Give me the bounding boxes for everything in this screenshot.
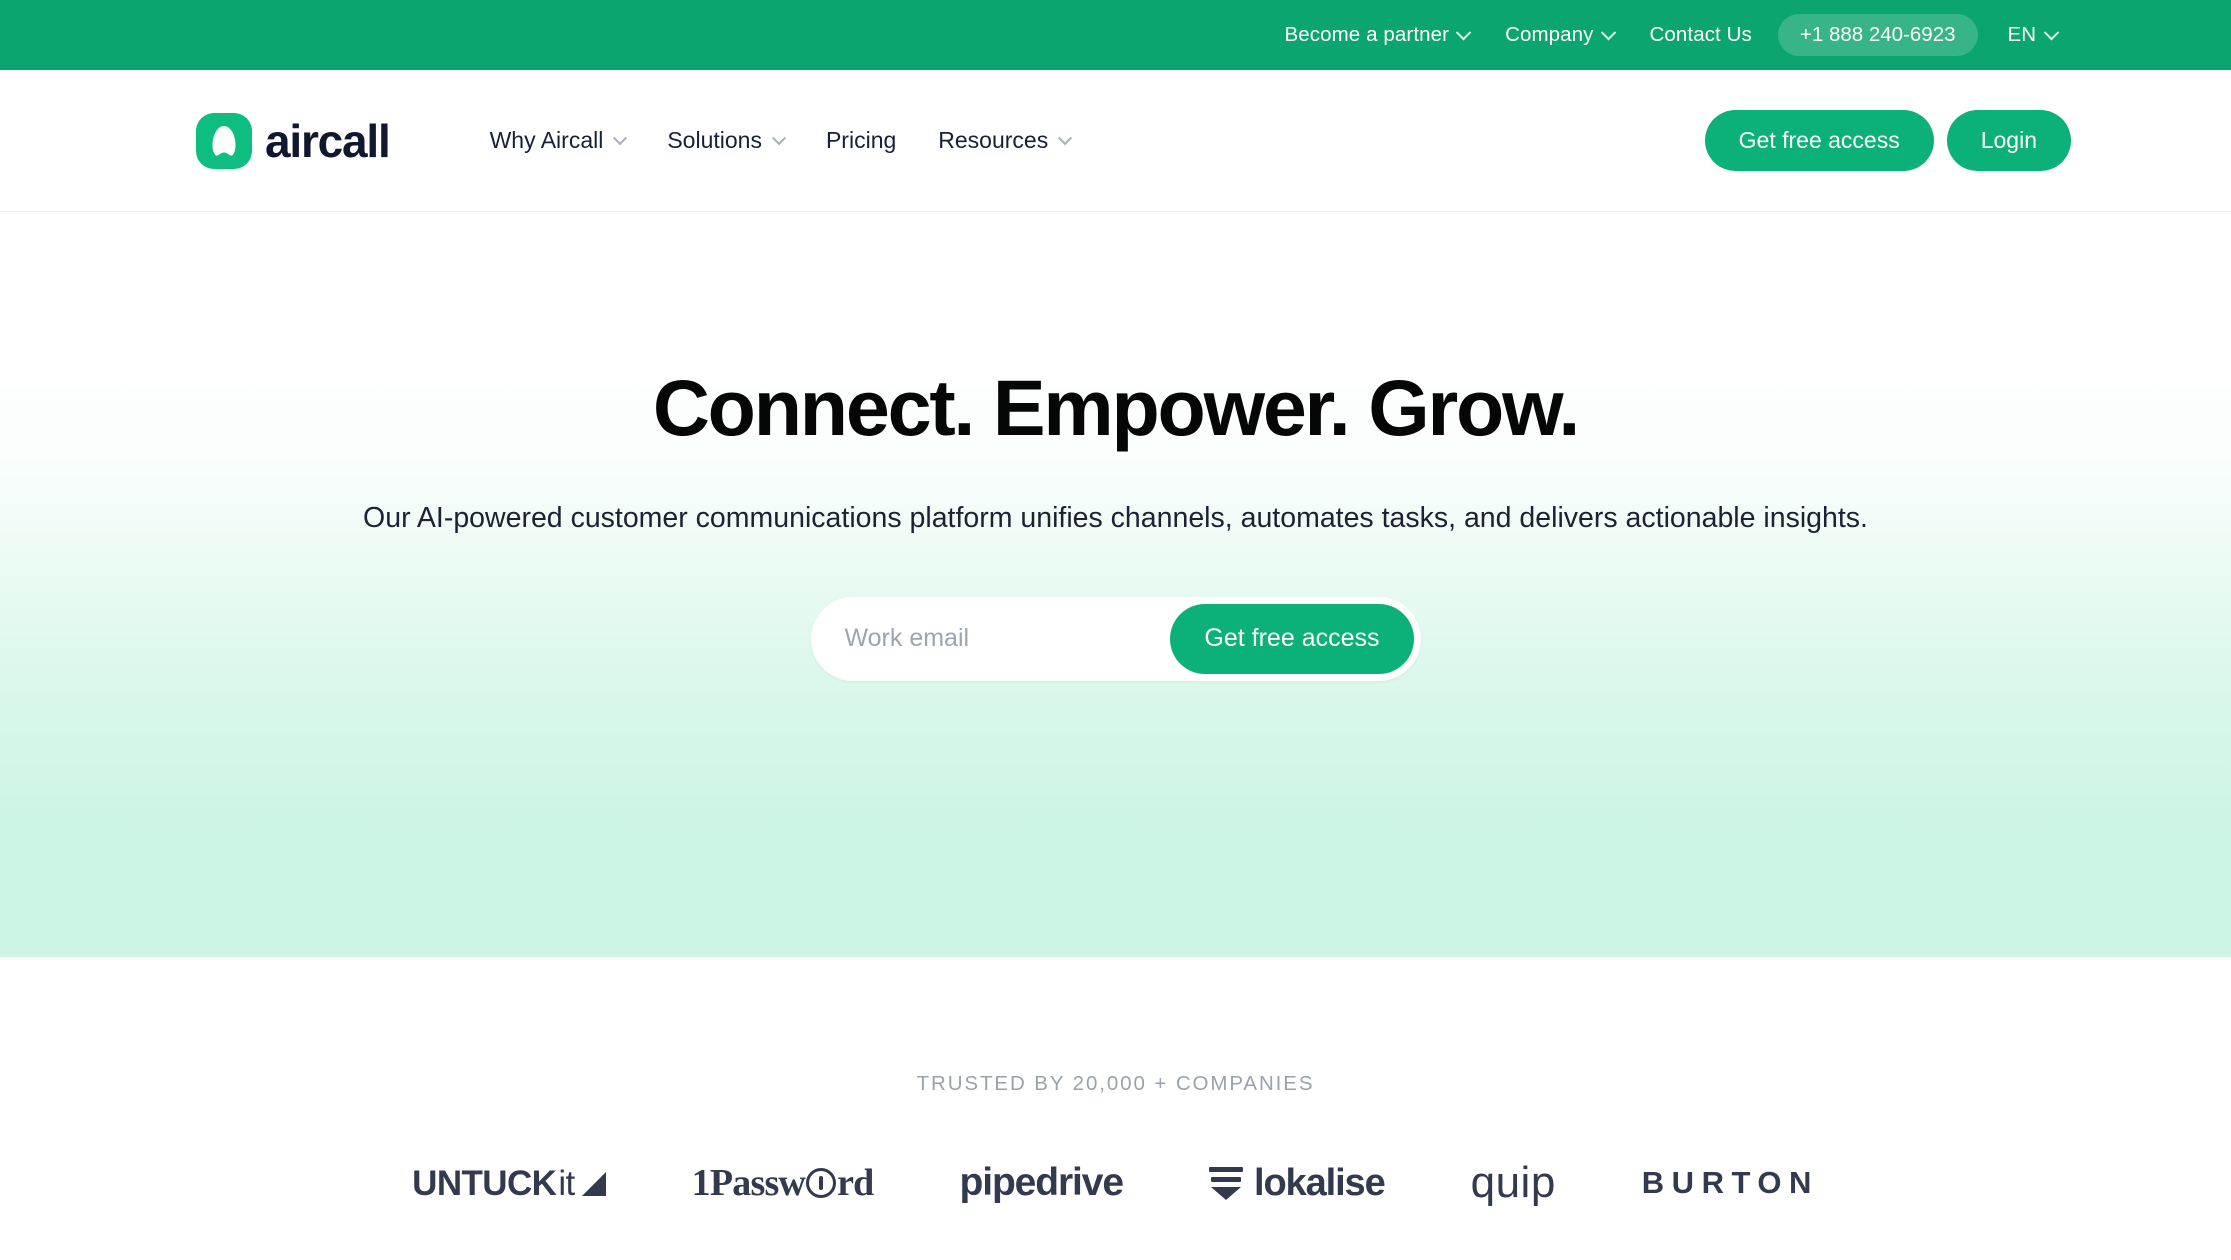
hero-subtitle: Our AI-powered customer communications p… [363,501,1868,534]
header-login-button[interactable]: Login [1946,110,2071,171]
lokalise-mark-icon [1208,1166,1243,1200]
header-get-free-access-button[interactable]: Get free access [1704,110,1934,171]
pipedrive-wordmark: pipedrive [959,1161,1124,1204]
aircall-logo-icon [196,112,252,169]
quip-wordmark: quip [1470,1158,1556,1207]
brand-logo-link[interactable]: aircall [196,112,391,169]
language-selector[interactable]: EN [1986,23,2071,47]
untuckit-wordmark-primary: UNTUCK [412,1163,557,1203]
topbar-item-contact-us[interactable]: Contact Us [1632,23,1770,47]
chevron-down-icon [1058,130,1073,145]
onepassword-wordmark-prefix: 1Passw [691,1162,806,1204]
onepassword-wordmark-suffix: rd [837,1162,874,1204]
hero-get-free-access-button[interactable]: Get free access [1170,603,1414,674]
nav-item-resources[interactable]: Resources [920,117,1088,164]
nav-item-label: Resources [938,127,1049,153]
untuckit-triangle-icon [580,1171,606,1201]
customer-logo-1password: 1Passw rd [691,1161,875,1205]
nav-item-label: Solutions [667,127,762,153]
header-actions: Get free access Login [1704,110,2071,171]
chevron-down-icon [1600,24,1616,40]
hero-section: Connect. Empower. Grow. Our AI-powered c… [0,212,2231,957]
chevron-down-icon [1455,24,1472,40]
trusted-by-section: TRUSTED BY 20,000 + COMPANIES UNTUCK it … [0,957,2231,1208]
customer-logo-lokalise: lokalise [1208,1161,1386,1205]
lokalise-wordmark: lokalise [1253,1161,1386,1204]
customer-logo-quip: quip [1471,1158,1556,1208]
nav-item-label: Why Aircall [489,127,604,153]
nav-item-solutions[interactable]: Solutions [649,117,802,164]
phone-number-badge[interactable]: +1 888 240-6923 [1777,14,1978,56]
topbar-item-company[interactable]: Company [1487,23,1631,47]
topbar-item-become-a-partner[interactable]: Become a partner [1267,23,1488,47]
work-email-input[interactable] [810,624,1171,654]
primary-navigation: Why Aircall Solutions Pricing Resources [472,117,1089,164]
onepassword-ring-icon [806,1168,837,1198]
customer-logo-pipedrive: pipedrive [959,1161,1124,1205]
chevron-down-icon [613,130,628,145]
topbar-item-label: Become a partner [1284,23,1450,46]
customer-logo-untuckit: UNTUCK it [412,1163,606,1203]
main-header: aircall Why Aircall Solutions Pricing Re… [0,70,2231,212]
top-utility-bar: Become a partner Company Contact Us +1 8… [0,0,2231,70]
hero-title: Connect. Empower. Grow. [652,363,1581,452]
topbar-item-label: Company [1505,23,1594,46]
signup-form: Get free access [810,596,1421,681]
nav-item-why-aircall[interactable]: Why Aircall [472,117,644,164]
customer-logo-row: UNTUCK it 1Passw rd pipedrive lokalise q… [0,1158,2231,1208]
hero-content: Connect. Empower. Grow. Our AI-powered c… [0,212,2231,681]
untuckit-wordmark-secondary: it [558,1163,575,1203]
chevron-down-icon [771,130,787,145]
burton-wordmark: BURTON [1641,1165,1819,1200]
customer-logo-burton: BURTON [1642,1165,1819,1201]
trusted-by-label: TRUSTED BY 20,000 + COMPANIES [916,1072,1315,1095]
topbar-item-label: Contact Us [1649,23,1752,46]
chevron-down-icon [2043,24,2060,40]
nav-item-pricing[interactable]: Pricing [808,117,914,164]
nav-item-label: Pricing [825,127,897,153]
brand-name: aircall [265,114,391,167]
language-label: EN [2007,23,2036,46]
